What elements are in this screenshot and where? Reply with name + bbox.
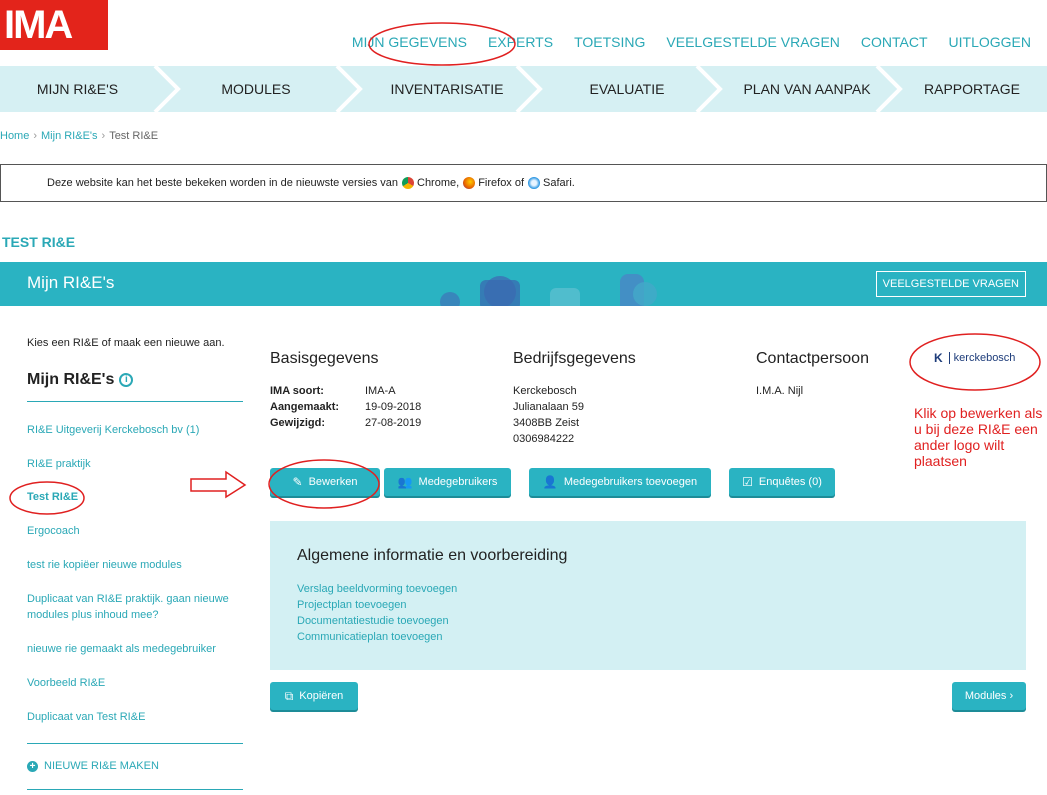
panel-link[interactable]: Documentatiestudie toevoegen (297, 613, 457, 629)
rie-item[interactable]: RI&E Uitgeverij Kerckebosch bv (1) (27, 422, 237, 438)
panel-links: Verslag beeldvorming toevoegen Projectpl… (297, 581, 457, 645)
nav-contact[interactable]: CONTACT (861, 34, 928, 50)
nav-toetsing[interactable]: TOETSING (574, 34, 645, 50)
info-icon[interactable]: i (119, 373, 134, 387)
top-nav: MIJN GEGEVENS EXPERTS TOETSING VEELGESTE… (331, 34, 1031, 50)
breadcrumb-mijn[interactable]: Mijn RI&E's (41, 130, 98, 142)
users-icon: 👥 (397, 475, 413, 489)
breadcrumb-home[interactable]: Home (0, 130, 29, 142)
annotation-text: Klik op bewerken als u bij deze RI&E een… (914, 405, 1043, 469)
panel-title: Algemene informatie en voorbereiding (297, 547, 568, 564)
checkbox-icon: ☑ (742, 475, 753, 489)
modules-button[interactable]: Modules › (952, 682, 1026, 710)
faq-button[interactable]: VEELGESTELDE VRAGEN (875, 271, 1026, 297)
breadcrumb: Home › Mijn RI&E's › Test RI&E (0, 130, 159, 142)
logo-text: IMA (4, 2, 73, 47)
sidebar-divider (27, 743, 243, 744)
safari-icon (528, 177, 541, 189)
step-chevrons (153, 66, 903, 112)
users-button[interactable]: 👥 Medegebruikers (384, 468, 511, 496)
new-rie-link[interactable]: + NIEUWE RI&E MAKEN (27, 760, 159, 772)
sidebar-heading: Mijn RI&E's i (27, 371, 134, 389)
ima-logo[interactable]: IMA (0, 0, 108, 50)
rie-item[interactable]: Ergocoach (27, 523, 237, 539)
nav-faq[interactable]: VEELGESTELDE VRAGEN (666, 34, 840, 50)
chrome-icon (402, 177, 414, 189)
bedrijf-title: Bedrijfsgegevens (513, 350, 636, 367)
company-logo: K kerckebosch (934, 351, 1016, 365)
nav-experts[interactable]: EXPERTS (488, 34, 553, 50)
rie-item-active[interactable]: Test RI&E (27, 489, 237, 505)
panel-link[interactable]: Projectplan toevoegen (297, 597, 457, 613)
rie-item[interactable]: Duplicaat van Test RI&E (27, 709, 237, 725)
bedrijf-details: Kerckebosch Julianalaan 59 3408BB Zeist … (513, 385, 584, 445)
sidebar-divider (27, 789, 243, 790)
firefox-icon (463, 177, 476, 189)
contact-name: I.M.A. Nijl (756, 385, 804, 397)
rie-item[interactable]: test rie kopiëer nieuwe modules (27, 557, 237, 573)
rie-item[interactable]: Voorbeeld RI&E (27, 675, 237, 691)
add-user-icon: 👤 (542, 475, 558, 489)
basis-details: IMA soort: IMA-A Aangemaakt: 19-09-2018 Ge… (270, 385, 422, 429)
copy-icon: ⧉ (284, 688, 294, 703)
section-banner: Mijn RI&E's VEELGESTELDE VRAGEN (0, 262, 1047, 306)
banner-title: Mijn RI&E's (27, 273, 115, 292)
plus-circle-icon: + (27, 760, 38, 772)
panel-link[interactable]: Verslag beeldvorming toevoegen (297, 581, 457, 597)
puzzle-decoration-icon (440, 274, 657, 306)
pencil-icon: ✎ (292, 475, 303, 489)
panel-link[interactable]: Communicatieplan toevoegen (297, 629, 457, 645)
contact-title: Contactpersoon (756, 350, 869, 367)
edit-button[interactable]: ✎ Bewerken (270, 468, 380, 496)
basis-title: Basisgegevens (270, 350, 379, 367)
nav-mijn-gegevens[interactable]: MIJN GEGEVENS (352, 34, 467, 50)
copy-button[interactable]: ⧉ Kopiëren (270, 682, 358, 710)
breadcrumb-current: Test RI&E (109, 130, 159, 142)
rie-item[interactable]: Duplicaat van RI&E praktijk. gaan nieuwe… (27, 591, 237, 623)
sidebar-divider (27, 401, 243, 402)
sidebar-intro: Kies een RI&E of maak een nieuwe aan. (27, 337, 225, 349)
rie-item[interactable]: RI&E praktijk (27, 456, 237, 472)
page-title: TEST RI&E (2, 234, 76, 250)
add-users-button[interactable]: 👤 Medegebruikers toevoegen (529, 468, 711, 496)
browser-notice: Deze website kan het beste bekeken worde… (0, 164, 1047, 202)
info-panel: Algemene informatie en voorbereiding Ver… (270, 521, 1026, 670)
surveys-button[interactable]: ☑ Enquêtes (0) (729, 468, 835, 496)
nav-uitloggen[interactable]: UITLOGGEN (949, 34, 1031, 50)
rie-item[interactable]: nieuwe rie gemaakt als medegebruiker (27, 641, 237, 657)
